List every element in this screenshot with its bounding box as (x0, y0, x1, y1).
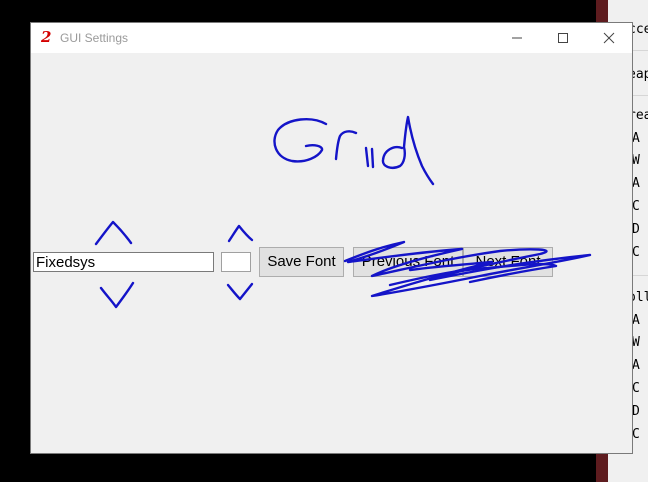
background-list-item: W (626, 150, 640, 168)
background-list-item: A (626, 355, 640, 373)
background-list-item: A (626, 173, 640, 191)
maximize-icon (558, 33, 568, 43)
minimize-icon (512, 37, 522, 39)
background-list-item: C (626, 424, 640, 442)
app-icon: 2 (41, 28, 52, 46)
minimize-button[interactable] (494, 23, 540, 53)
maximize-button[interactable] (540, 23, 586, 53)
background-list-item: D (626, 401, 640, 419)
title-bar[interactable]: 2 GUI Settings (31, 23, 632, 53)
background-list-item: A (626, 128, 640, 146)
close-button[interactable] (586, 23, 632, 53)
background-list-item: A (626, 310, 640, 328)
background-list-item: C (626, 378, 640, 396)
save-font-button[interactable]: Save Font (259, 247, 344, 277)
background-list-item: W (626, 332, 640, 350)
font-size-input[interactable] (221, 252, 251, 272)
background-list-item: D (626, 219, 640, 237)
background-list-item: C (626, 196, 640, 214)
font-name-input[interactable] (33, 252, 214, 272)
gui-settings-window: 2 GUI Settings Save Font Previous Font N… (31, 23, 632, 453)
window-title: GUI Settings (60, 31, 129, 45)
previous-font-button[interactable]: Previous Font (353, 247, 463, 277)
close-icon (603, 32, 615, 44)
background-list-item: C (626, 242, 640, 260)
next-font-button[interactable]: Next Font (463, 247, 553, 277)
settings-panel: Save Font Previous Font Next Font (31, 53, 632, 453)
